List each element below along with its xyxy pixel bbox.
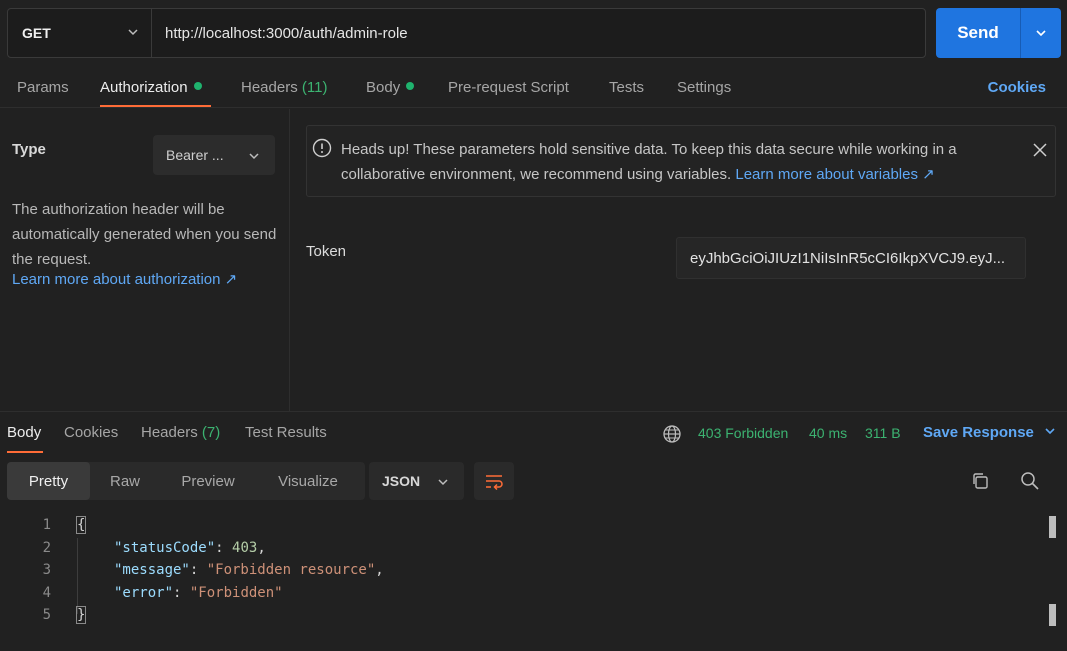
url-text: http://localhost:3000/auth/admin-role <box>165 24 408 42</box>
info-icon <box>312 138 332 158</box>
view-preview-button[interactable]: Preview <box>160 462 256 500</box>
active-tab-indicator <box>7 451 43 453</box>
code-line: { <box>75 516 87 534</box>
open-brace: { <box>75 516 87 534</box>
token-value: eyJhbGciOiJIUzI1NiIsInR5cCI6IkpXVCJ9.eyJ… <box>690 249 1006 267</box>
chevron-down-icon <box>1045 428 1055 435</box>
auth-type-value: Bearer ... <box>166 147 224 163</box>
view-pretty-button[interactable]: Pretty <box>7 462 90 500</box>
auth-description: The authorization header will be automat… <box>12 201 277 268</box>
status-dot <box>406 82 415 90</box>
auth-type-pane: Type Bearer ... The authorization header… <box>0 109 290 411</box>
learn-more-variables-link[interactable]: Learn more about variables ↗ <box>735 166 934 183</box>
cookies-link[interactable]: Cookies <box>988 79 1046 96</box>
copy-icon[interactable] <box>970 471 990 491</box>
save-response-label: Save Response <box>923 424 1034 441</box>
send-options-button[interactable] <box>1020 8 1061 58</box>
tab-response-headers-count: (7) <box>201 424 221 441</box>
close-brace: } <box>75 606 87 624</box>
request-bar: GET http://localhost:3000/auth/admin-rol… <box>7 8 926 58</box>
json-key: "message" <box>114 562 190 578</box>
tab-settings-label: Settings <box>677 79 732 96</box>
json-value: 403 <box>232 540 258 556</box>
json-value: "Forbidden resource" <box>206 562 376 578</box>
code-line: "message": "Forbidden resource", <box>114 562 384 578</box>
globe-icon[interactable] <box>662 424 682 444</box>
response-tabs: Body Cookies Headers (7) Test Results 40… <box>0 411 1067 453</box>
wrap-lines-button[interactable] <box>474 462 514 500</box>
close-icon[interactable] <box>1032 142 1048 158</box>
url-input[interactable]: http://localhost:3000/auth/admin-role <box>152 9 925 57</box>
tab-authorization-label: Authorization <box>100 79 188 96</box>
send-button-group: Send <box>936 8 1061 58</box>
learn-more-authorization-link[interactable]: Learn more about authorization ↗ <box>12 270 237 288</box>
method-select[interactable]: GET <box>8 9 152 57</box>
code-line: } <box>75 606 87 624</box>
save-response-button[interactable]: Save Response <box>923 424 1056 441</box>
indent-guide <box>77 538 78 614</box>
response-time[interactable]: 40 ms <box>809 425 847 441</box>
line-number: 1 <box>42 517 51 533</box>
request-tabs: Params Authorization Headers (11) Body P… <box>0 70 1067 108</box>
line-number: 5 <box>42 607 51 623</box>
json-trail: , <box>375 562 384 578</box>
auth-type-select[interactable]: Bearer ... <box>153 135 275 175</box>
chevron-down-icon <box>128 29 138 36</box>
format-value: JSON <box>382 473 421 489</box>
status-code[interactable]: 403 Forbidden <box>698 425 788 441</box>
tab-pre-request-label: Pre-request Script <box>448 79 569 96</box>
warning-text: Heads up! These parameters hold sensitiv… <box>341 137 1011 187</box>
scrollbar-marker[interactable] <box>1049 516 1056 538</box>
line-number: 3 <box>42 562 51 578</box>
view-mode-group: Pretty Raw Preview Visualize <box>7 462 365 500</box>
tab-pre-request-script[interactable]: Pre-request Script <box>448 79 569 96</box>
tab-response-headers[interactable]: Headers (7) <box>141 424 220 441</box>
tab-response-body[interactable]: Body <box>7 424 41 441</box>
json-key: "statusCode" <box>114 540 216 556</box>
code-line: "statusCode": 403, <box>114 540 266 556</box>
token-input[interactable]: eyJhbGciOiJIUzI1NiIsInR5cCI6IkpXVCJ9.eyJ… <box>676 237 1026 279</box>
search-icon[interactable] <box>1020 471 1040 491</box>
chevron-down-icon <box>249 153 259 160</box>
tab-params[interactable]: Params <box>17 79 69 96</box>
tab-response-cookies[interactable]: Cookies <box>64 424 118 441</box>
method-label: GET <box>22 25 51 41</box>
view-visualize-button[interactable]: Visualize <box>256 462 360 500</box>
scrollbar-marker[interactable] <box>1049 604 1056 626</box>
tab-authorization[interactable]: Authorization <box>100 79 202 96</box>
chevron-down-icon <box>1036 30 1046 37</box>
auth-type-label: Type <box>12 141 46 158</box>
tab-response-headers-label: Headers <box>141 424 198 441</box>
line-number: 2 <box>42 540 51 556</box>
send-button[interactable]: Send <box>936 8 1020 58</box>
tab-test-results[interactable]: Test Results <box>245 424 327 441</box>
json-trail: , <box>257 540 266 556</box>
token-label: Token <box>306 243 347 260</box>
tab-body-label: Body <box>366 79 401 96</box>
tab-headers-count: (11) <box>301 79 328 96</box>
code-line: "error": "Forbidden" <box>114 585 283 601</box>
response-body-editor[interactable]: 1 2 3 4 5 { "statusCode": 403, "message"… <box>0 514 1067 651</box>
wrap-lines-icon <box>486 475 503 490</box>
response-size[interactable]: 311 B <box>865 425 901 441</box>
tab-headers[interactable]: Headers (11) <box>241 79 327 96</box>
sensitive-data-warning: Heads up! These parameters hold sensitiv… <box>306 125 1056 197</box>
tab-tests[interactable]: Tests <box>609 79 644 96</box>
tab-tests-label: Tests <box>609 79 645 96</box>
tab-settings[interactable]: Settings <box>677 79 731 96</box>
view-raw-button[interactable]: Raw <box>90 462 160 500</box>
chevron-down-icon <box>438 479 448 486</box>
active-tab-indicator <box>100 105 211 107</box>
json-value: "Forbidden" <box>189 585 283 601</box>
status-dot <box>193 82 202 90</box>
tab-params-label: Params <box>17 79 69 96</box>
tab-body[interactable]: Body <box>366 79 415 96</box>
line-number: 4 <box>42 585 51 601</box>
tab-headers-label: Headers <box>241 79 298 96</box>
json-key: "error" <box>114 585 174 601</box>
format-select[interactable]: JSON <box>369 462 464 500</box>
